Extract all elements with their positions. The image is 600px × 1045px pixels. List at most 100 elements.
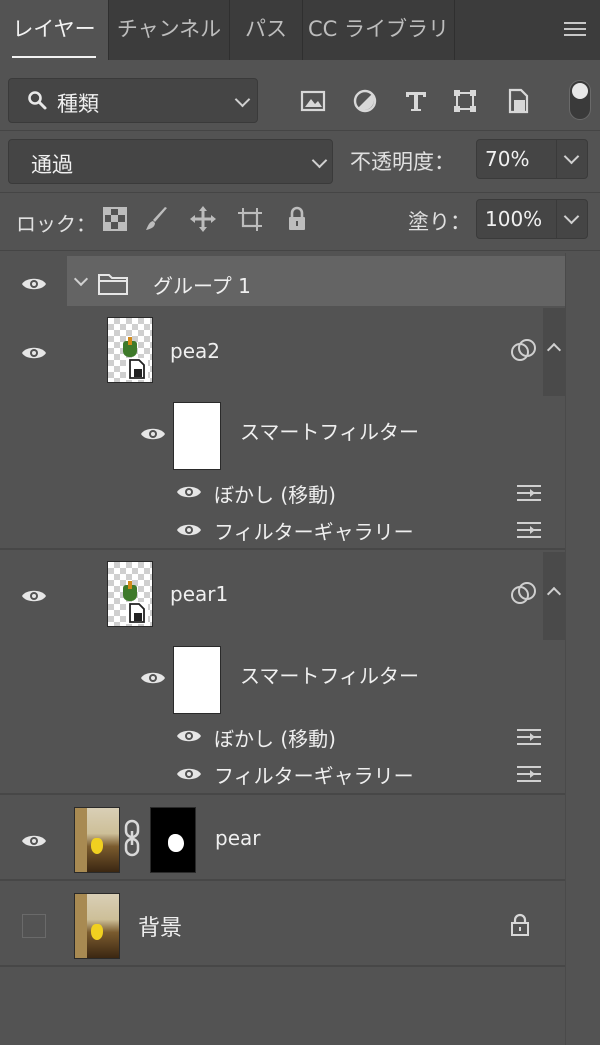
filter-toggle-switch[interactable] [569, 80, 591, 120]
chevron-down-icon [563, 148, 580, 165]
pixel-layer-filter-icon[interactable] [296, 84, 330, 118]
layer-thumbnail[interactable] [107, 317, 153, 383]
blending-options-icon[interactable] [516, 763, 542, 785]
layer-row-background[interactable]: 背景 [0, 883, 565, 965]
opacity-dropdown-button[interactable] [556, 140, 587, 178]
smart-filter-row[interactable]: スマートフィルター [0, 640, 565, 718]
fill-label: 塗り： [408, 210, 471, 234]
visibility-eye-icon[interactable] [21, 345, 47, 361]
smart-object-badge-icon [126, 602, 148, 624]
fill-dropdown-button[interactable] [556, 200, 587, 238]
lock-artboard-icon[interactable] [235, 204, 265, 234]
layer-name: pea2 [170, 339, 220, 363]
mask-shape [168, 834, 184, 852]
divider [0, 965, 565, 967]
visibility-eye-icon[interactable] [21, 276, 47, 292]
tab-layers[interactable]: レイヤー [0, 0, 109, 60]
pea-stem [128, 337, 132, 345]
layer-row-pea2[interactable]: pea2 [0, 308, 565, 396]
smart-filter-row[interactable]: スマートフィルター [0, 396, 565, 474]
tab-channels[interactable]: チャンネル [109, 0, 230, 60]
visibility-eye-icon[interactable] [176, 484, 202, 500]
filter-effect-row[interactable]: ぼかし (移動) [0, 718, 565, 754]
visibility-eye-icon[interactable] [140, 426, 166, 442]
blending-options-icon[interactable] [516, 726, 542, 748]
visibility-eye-icon[interactable] [21, 588, 47, 604]
scrollbar-track[interactable] [565, 253, 600, 1045]
layer-mask-thumbnail[interactable] [150, 807, 196, 873]
wall-shadow [75, 894, 87, 958]
smart-object-filter-icon[interactable] [501, 84, 535, 118]
filter-type-label: 種類 [57, 92, 99, 116]
divider [0, 192, 600, 193]
filter-name: ぼかし (移動) [214, 727, 336, 751]
fill-value: 100% [485, 207, 543, 231]
chevron-down-icon [311, 152, 328, 169]
smart-filter-mask-thumbnail[interactable] [173, 402, 221, 470]
divider [0, 879, 565, 881]
lock-image-pixels-icon[interactable] [142, 204, 172, 234]
opacity-value: 70% [485, 147, 530, 171]
adjustment-layer-filter-icon[interactable] [348, 84, 382, 118]
layer-name: 背景 [138, 916, 183, 941]
collapse-effects-chevron-icon [546, 586, 562, 602]
expand-toggle-bar[interactable] [543, 308, 565, 396]
wall-shadow [75, 808, 87, 872]
layer-row-pear1[interactable]: pear1 [0, 552, 565, 640]
filter-effect-row[interactable]: フィルターギャラリー [0, 510, 565, 548]
layer-thumbnail[interactable] [74, 807, 120, 873]
visibility-checkbox-empty[interactable] [22, 914, 46, 938]
visibility-eye-icon[interactable] [176, 522, 202, 538]
type-layer-filter-icon[interactable] [399, 84, 433, 118]
smart-filter-label: スマートフィルター [240, 420, 419, 444]
mask-link-chain-icon[interactable] [124, 819, 140, 857]
layers-list: グループ 1 pea2 スマートフィルター ぼかし (移動) フィルターギャラリ… [0, 253, 600, 1045]
panel-menu-icon[interactable] [564, 22, 586, 38]
group-name: グループ 1 [153, 274, 251, 298]
smart-filter-indicator-icon[interactable] [510, 581, 538, 605]
filter-type-dropdown[interactable]: 種類 [8, 78, 258, 123]
visibility-eye-icon[interactable] [21, 833, 47, 849]
filter-effect-row[interactable]: ぼかし (移動) [0, 474, 565, 510]
pea-stem [128, 581, 132, 589]
layer-thumbnail[interactable] [107, 561, 153, 627]
lock-label: ロック： [16, 212, 96, 236]
layer-group-row[interactable]: グループ 1 [0, 256, 565, 306]
visibility-eye-icon[interactable] [140, 670, 166, 686]
blend-mode-dropdown[interactable]: 通過 [8, 139, 333, 184]
layer-name: pear [215, 826, 261, 850]
smart-filter-indicator-icon[interactable] [510, 338, 538, 362]
layer-thumbnail[interactable] [74, 893, 120, 959]
visibility-eye-icon[interactable] [176, 766, 202, 782]
layer-name: pear1 [170, 582, 229, 606]
blending-options-icon[interactable] [516, 482, 542, 504]
folder-icon [98, 274, 128, 295]
chevron-down-icon [563, 208, 580, 225]
fill-field[interactable]: 100% [476, 199, 588, 239]
pear-shape [91, 924, 103, 940]
shape-layer-filter-icon[interactable] [448, 84, 482, 118]
blend-mode-value: 通過 [31, 153, 73, 177]
lock-transparent-pixels-icon[interactable] [100, 204, 130, 234]
tab-paths[interactable]: パス [230, 0, 303, 60]
expand-toggle-bar[interactable] [543, 552, 565, 640]
opacity-field[interactable]: 70% [476, 139, 588, 179]
blending-options-icon[interactable] [516, 519, 542, 541]
chevron-down-icon [234, 91, 251, 108]
visibility-eye-icon[interactable] [176, 728, 202, 744]
tab-cc-libraries[interactable]: CC ライブラリ [303, 0, 455, 60]
filter-effect-row[interactable]: フィルターギャラリー [0, 754, 565, 792]
lock-all-icon[interactable] [282, 204, 312, 234]
layer-locked-icon[interactable] [509, 913, 531, 937]
filter-name: フィルターギャラリー [214, 520, 414, 544]
divider [0, 548, 565, 550]
filter-name: フィルターギャラリー [214, 764, 414, 788]
pear-shape [91, 838, 103, 854]
filter-name: ぼかし (移動) [214, 483, 336, 507]
lock-position-icon[interactable] [188, 204, 218, 234]
layer-row-pear[interactable]: pear [0, 797, 565, 879]
smart-filter-mask-thumbnail[interactable] [173, 646, 221, 714]
divider [0, 250, 600, 251]
divider [0, 130, 600, 131]
smart-object-badge-icon [126, 358, 148, 380]
